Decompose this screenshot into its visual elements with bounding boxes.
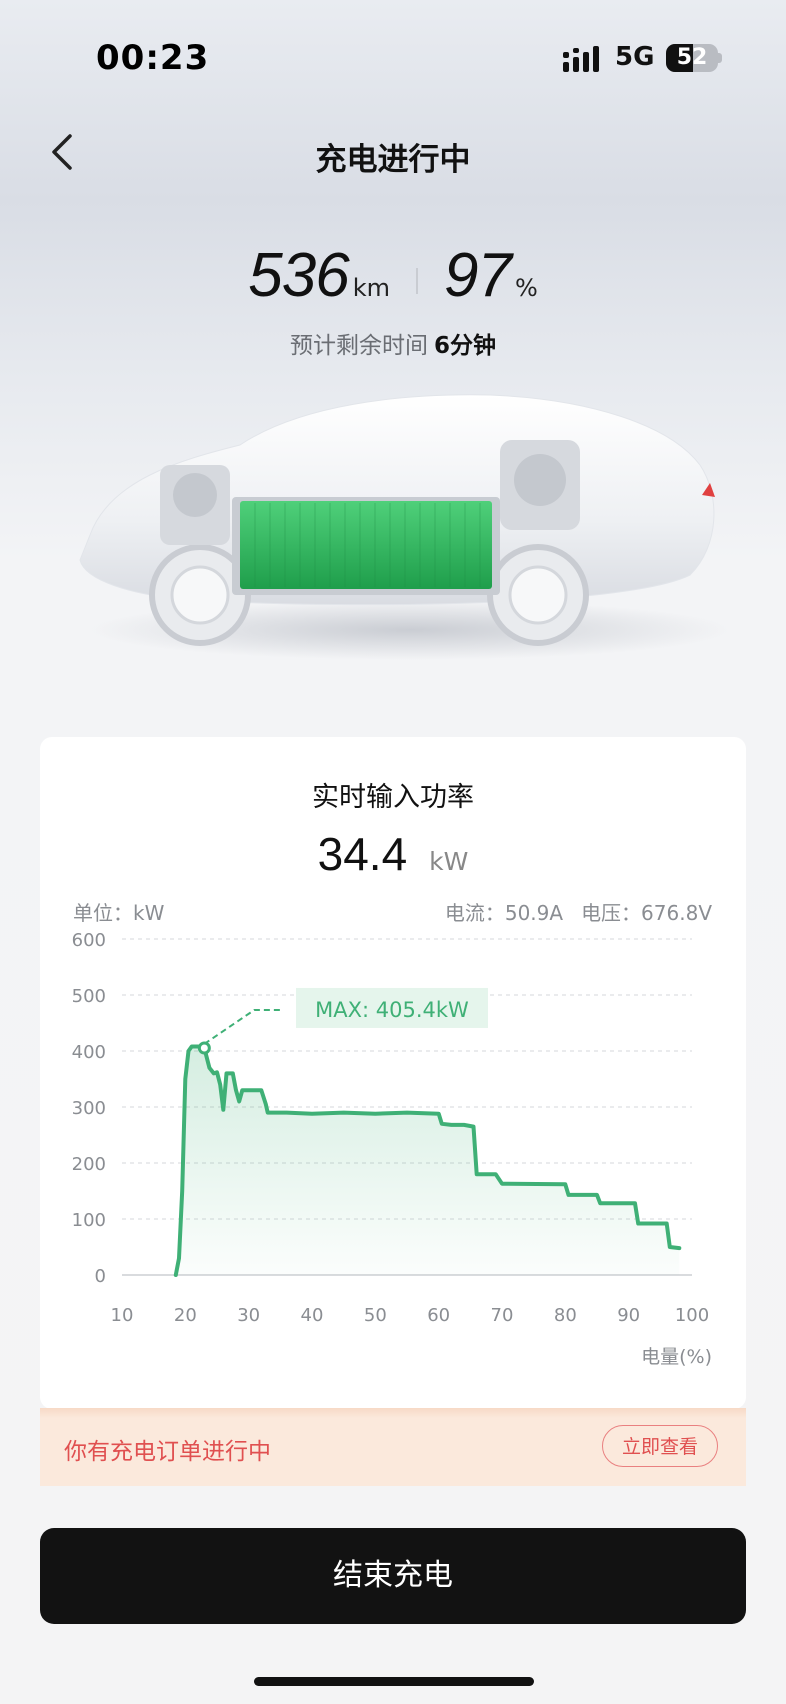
charge-stats: 536 km 97 % — [0, 240, 786, 311]
x-tick-label: 60 — [427, 1305, 450, 1326]
power-value: 34.4 — [317, 828, 408, 880]
signal-icon — [563, 46, 599, 72]
x-tick-label: 10 — [111, 1305, 134, 1326]
eta-label: 预计剩余时间 — [289, 333, 428, 359]
eta-value: 6分钟 — [433, 333, 496, 359]
y-tick-label: 0 — [95, 1266, 106, 1287]
power-card: 实时输入功率 34.4 kW 单位：kW 电流：50.9A 电压：676.8V 01… — [40, 737, 746, 1409]
range-unit: km — [352, 274, 390, 302]
battery-level: 52 — [676, 45, 708, 70]
x-tick-label: 20 — [174, 1305, 197, 1326]
network-label: 5G — [615, 42, 655, 72]
power-unit: kW — [429, 847, 469, 876]
x-tick-label: 100 — [675, 1305, 709, 1326]
x-tick-label: 70 — [491, 1305, 514, 1326]
x-axis-label: 电量(%) — [641, 1346, 712, 1368]
battery-pack — [240, 501, 492, 589]
series-area — [175, 1046, 680, 1275]
status-time: 00:23 — [96, 38, 210, 78]
car-chassis-illustration — [79, 394, 730, 660]
power-readout: 34.4 kW — [40, 827, 746, 881]
max-callout-label: MAX: 405.4kW — [315, 998, 469, 1022]
end-charging-button[interactable]: 结束充电 — [40, 1528, 746, 1624]
soc-value: 97 — [443, 241, 512, 310]
y-tick-label: 600 — [72, 930, 106, 951]
power-card-title: 实时输入功率 — [312, 782, 474, 813]
max-point-marker — [197, 1041, 211, 1055]
home-indicator — [254, 1677, 534, 1686]
y-tick-label: 300 — [72, 1098, 106, 1119]
battery-icon: 52 — [666, 44, 718, 72]
y-tick-label: 200 — [72, 1154, 106, 1175]
stats-divider — [415, 267, 418, 294]
power-chart: 0 100 200 300 400 500 600 10 20 30 40 50 60 70 80 90 100… — [72, 930, 712, 1368]
notice-text: 你有充电订单进行中 — [64, 1439, 271, 1465]
soc-unit: % — [514, 274, 538, 302]
max-callout-line — [203, 1008, 283, 1045]
x-tick-label: 30 — [237, 1305, 260, 1326]
y-tick-label: 100 — [72, 1210, 106, 1231]
x-tick-label: 40 — [301, 1305, 324, 1326]
x-tick-label: 50 — [364, 1305, 387, 1326]
x-tick-label: 80 — [554, 1305, 577, 1326]
page-title: 充电进行中 — [315, 142, 471, 178]
battery-nub — [718, 53, 722, 63]
range-value: 536 — [248, 241, 349, 310]
order-notice: 你有充电订单进行中 立即查看 — [40, 1408, 746, 1486]
view-order-button[interactable]: 立即查看 — [602, 1425, 718, 1467]
eta: 预计剩余时间 6分钟 — [0, 326, 786, 360]
y-tick-label: 400 — [72, 1042, 106, 1063]
y-tick-label: 500 — [72, 986, 106, 1007]
x-tick-label: 90 — [617, 1305, 640, 1326]
